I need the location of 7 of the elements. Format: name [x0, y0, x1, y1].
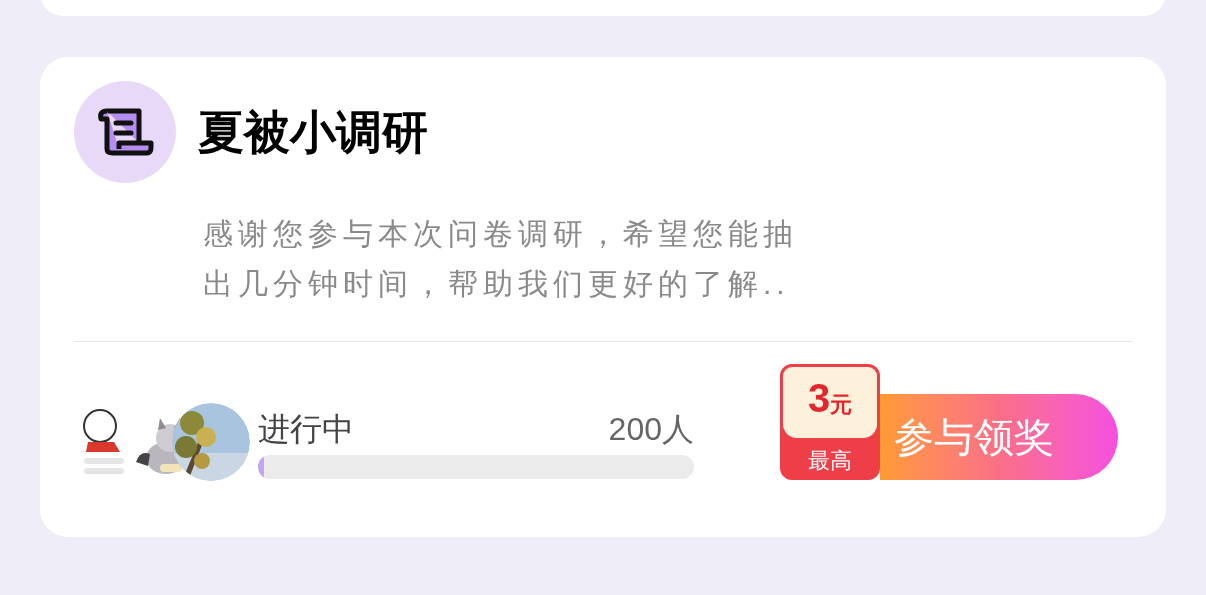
participant-count: 200人 — [608, 410, 694, 449]
reward-amount: 3元 — [807, 375, 853, 422]
survey-title: 夏被小调研 — [198, 104, 428, 160]
reward-caption: 最高 — [807, 447, 853, 475]
survey-description: 感谢您参与本次问卷调研，希望您能抽出几分钟时间，帮助我们更好的了解.. — [203, 216, 799, 302]
join-reward-button[interactable]: 参与领奖 — [880, 394, 1118, 480]
status-label: 进行中 — [258, 410, 354, 449]
